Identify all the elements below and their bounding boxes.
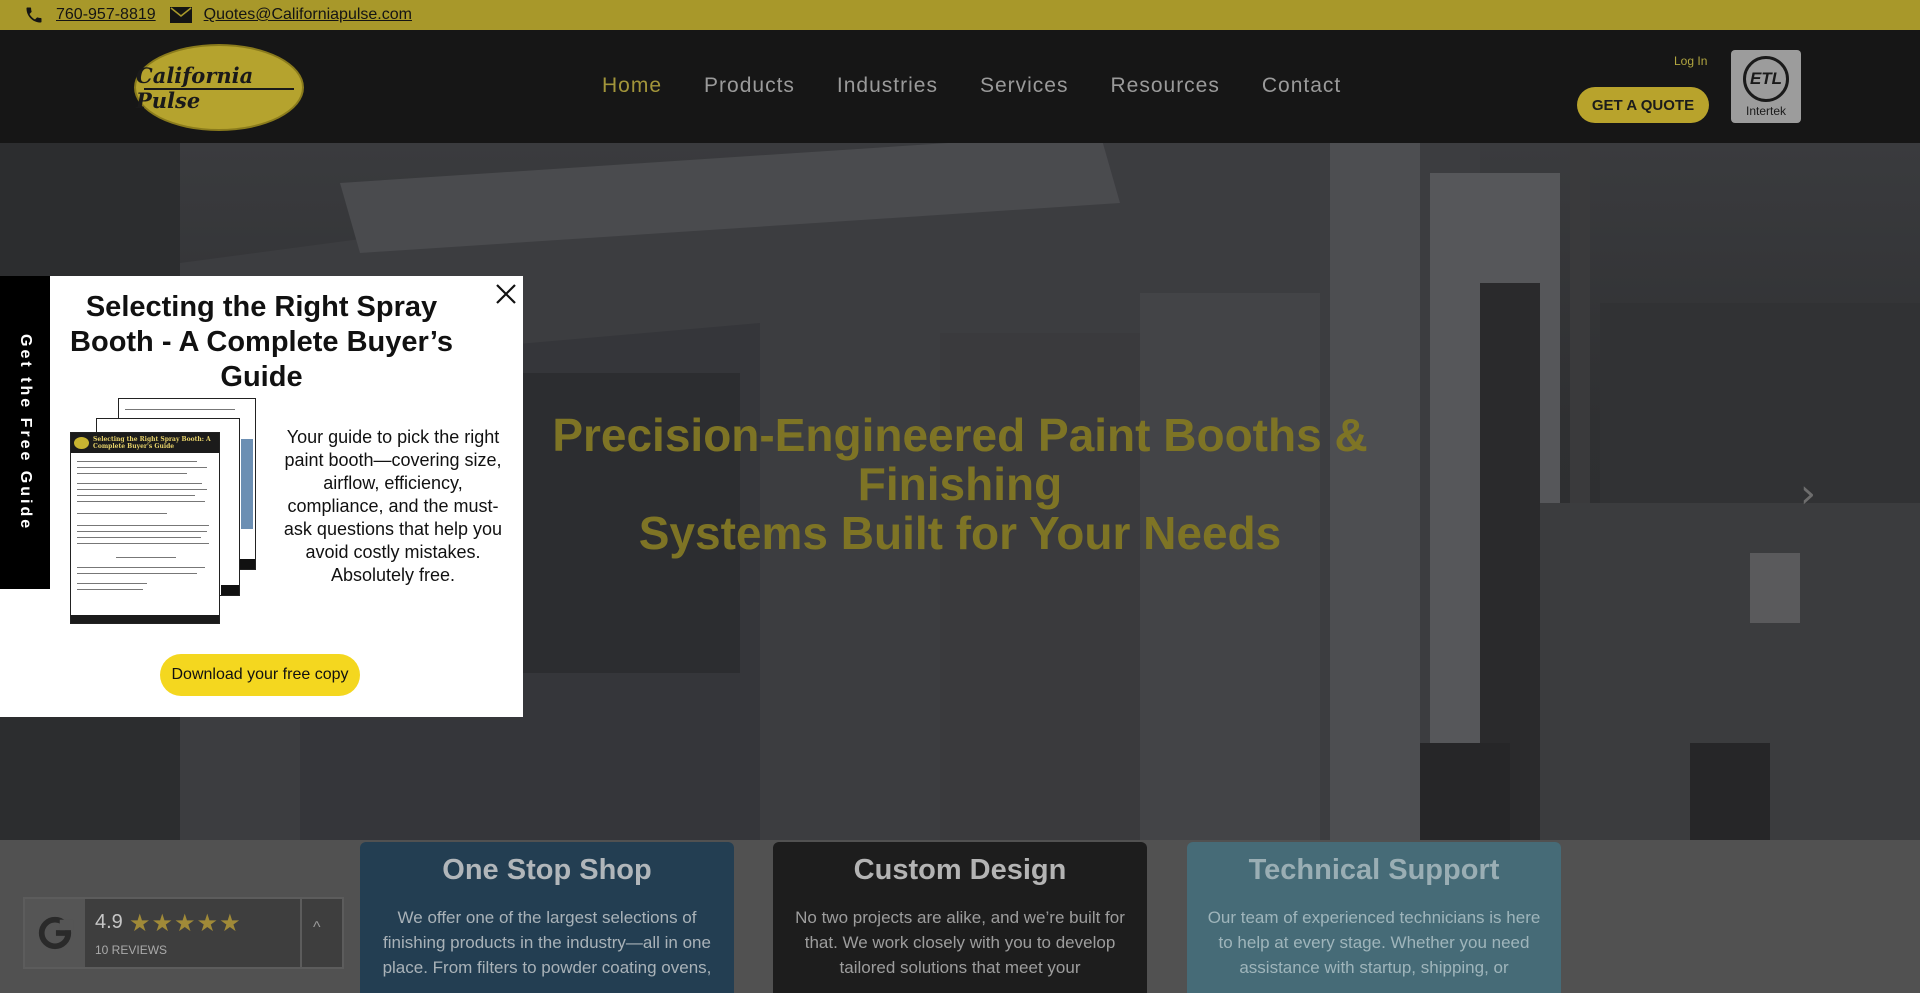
- feature-card-custom-design: Custom Design No two projects are alike,…: [773, 842, 1147, 993]
- close-icon[interactable]: [494, 282, 518, 306]
- feature-card-text: We offer one of the largest selections o…: [382, 908, 712, 977]
- text-line: [77, 495, 195, 496]
- document-logo: [74, 437, 90, 449]
- phone-contact: 760-957-8819: [24, 5, 156, 25]
- text-line: [77, 525, 209, 526]
- badge-divider: [300, 899, 302, 967]
- feature-card-text: No two projects are alike, and we’re bui…: [795, 908, 1125, 977]
- nav-contact[interactable]: Contact: [1262, 74, 1341, 98]
- logo-text: California Pulse: [136, 62, 254, 113]
- nav-services[interactable]: Services: [980, 74, 1069, 98]
- feature-card-title: Custom Design: [853, 854, 1067, 886]
- text-line: [77, 573, 197, 574]
- feature-card-one-stop-shop: One Stop Shop We offer one of the larges…: [360, 842, 734, 993]
- email-contact: Quotes@Californiapulse.com: [169, 6, 412, 24]
- review-count: 10 REVIEWS: [95, 943, 168, 957]
- side-tab-label: Get the Free Guide: [17, 333, 34, 532]
- contact-bar: 760-957-8819 Quotes@Californiapulse.com: [0, 0, 1920, 30]
- hero-headline-line1: Precision-Engineered Paint Booths & Fini…: [552, 409, 1368, 510]
- hero-headline-line2: Systems Built for Your Needs: [638, 507, 1282, 559]
- text-line: [77, 589, 143, 590]
- nav-products[interactable]: Products: [704, 74, 795, 98]
- login-link[interactable]: Log In: [1674, 54, 1707, 68]
- etl-mark: ETL: [1743, 55, 1789, 102]
- text-line: [77, 501, 205, 502]
- text-line: [77, 537, 201, 538]
- feature-card-technical-support: Technical Support Our team of experience…: [1187, 842, 1561, 993]
- text-line: [77, 583, 147, 584]
- hero-headline: Precision-Engineered Paint Booths & Fini…: [460, 411, 1460, 558]
- text-line: [77, 531, 207, 532]
- star-rating-icon: ★★★★★: [129, 910, 242, 937]
- intertek-certification-badge: ETL Intertek: [1731, 50, 1801, 123]
- review-rating: 4.9: [95, 911, 123, 933]
- document-page-front: Selecting the Right Spray Booth: A Compl…: [70, 432, 220, 624]
- site-logo[interactable]: California Pulse: [134, 44, 304, 131]
- envelope-icon: [169, 7, 192, 23]
- get-quote-button[interactable]: GET A QUOTE: [1577, 87, 1709, 123]
- google-icon: [38, 916, 74, 950]
- feature-card-title: Technical Support: [1248, 854, 1500, 886]
- text-line: [77, 567, 205, 568]
- text-line: [125, 409, 235, 410]
- google-review-badge[interactable]: 4.9 ★★★★★ 10 REVIEWS ^: [23, 897, 344, 969]
- chevron-up-icon[interactable]: ^: [313, 919, 321, 937]
- nav-resources[interactable]: Resources: [1110, 74, 1219, 98]
- text-line: [77, 513, 167, 514]
- text-line: [77, 489, 207, 490]
- intertek-label: Intertek: [1745, 103, 1787, 118]
- text-line: [77, 473, 187, 474]
- site-header: California Pulse Home Products Industrie…: [0, 30, 1920, 143]
- free-guide-popup: Get the Free Guide Selecting the Right S…: [0, 276, 523, 717]
- document-image-strip: [241, 439, 253, 529]
- download-guide-button[interactable]: Download your free copy: [160, 654, 360, 696]
- text-line: [77, 543, 209, 544]
- feature-card-title: One Stop Shop: [442, 854, 652, 886]
- text-line: [116, 557, 176, 558]
- free-guide-side-tab[interactable]: Get the Free Guide: [0, 276, 50, 589]
- text-line: [77, 467, 207, 468]
- feature-card-text: Our team of experienced technicians is h…: [1207, 908, 1541, 977]
- popup-title: Selecting the Right Spray Booth - A Comp…: [70, 291, 453, 393]
- nav-home[interactable]: Home: [602, 74, 662, 98]
- document-header-text: Selecting the Right Spray Booth: A Compl…: [93, 436, 211, 450]
- text-line: [77, 461, 197, 462]
- text-line: [77, 483, 202, 484]
- popup-description: Your guide to pick the right paint booth…: [283, 427, 503, 585]
- document-footer-bar: [71, 615, 219, 623]
- phone-icon: [26, 7, 42, 23]
- slider-next-arrow[interactable]: ›: [1800, 471, 1816, 517]
- main-nav: Home Products Industries Services Resour…: [602, 74, 1383, 98]
- phone-link[interactable]: 760-957-8819: [56, 6, 156, 24]
- document-header-bar: Selecting the Right Spray Booth: A Compl…: [71, 433, 219, 453]
- email-link[interactable]: Quotes@Californiapulse.com: [204, 6, 412, 24]
- nav-industries[interactable]: Industries: [837, 74, 938, 98]
- google-logo: [25, 899, 85, 967]
- document-corner: [221, 585, 239, 595]
